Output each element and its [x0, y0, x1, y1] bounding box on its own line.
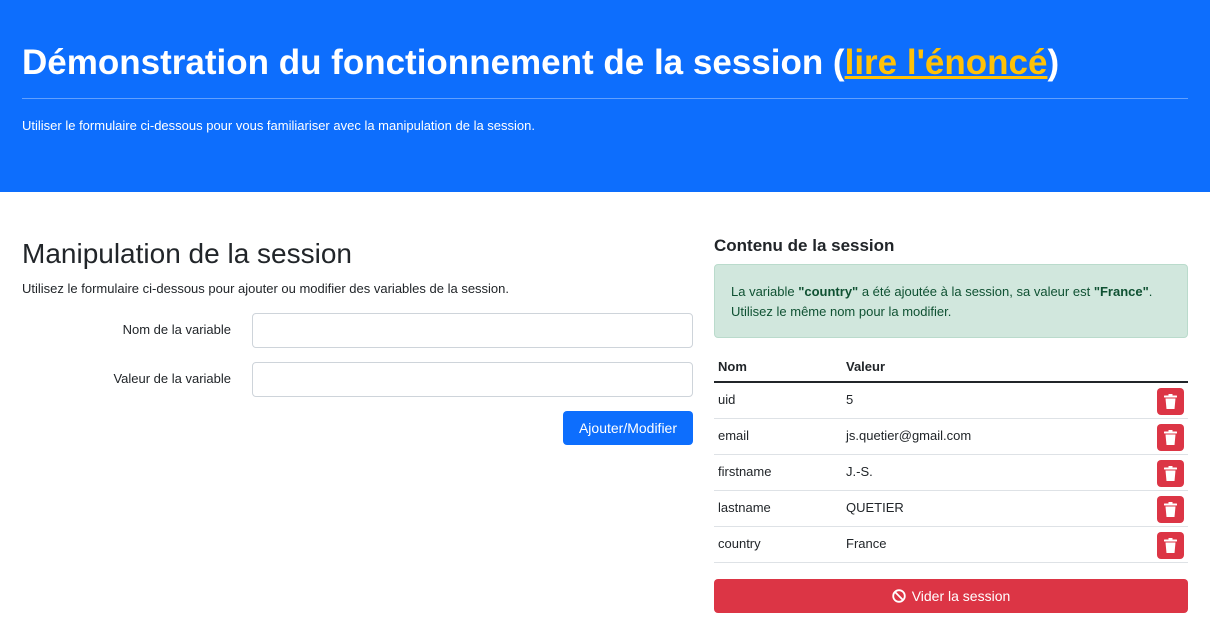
trash-icon — [1164, 538, 1177, 553]
alert-variable-name: "country" — [798, 284, 859, 299]
alert-text-part1: La variable — [731, 284, 799, 299]
table-row: lastname QUETIER — [714, 491, 1188, 527]
page-title-prefix: Démonstration du fonctionnement de la se… — [22, 43, 845, 82]
variable-value-input[interactable] — [252, 362, 693, 397]
row-variable-value: France — [846, 536, 887, 551]
table-row: email js.quetier@gmail.com — [714, 419, 1188, 455]
header-banner: Démonstration du fonctionnement de la se… — [0, 0, 1210, 192]
delete-variable-button[interactable] — [1157, 496, 1184, 523]
row-variable-value: 5 — [846, 392, 854, 407]
page-title: Démonstration du fonctionnement de la se… — [22, 40, 1059, 86]
session-content-title: Contenu de la session — [714, 236, 895, 255]
row-variable-value: J.-S. — [846, 464, 873, 479]
row-variable-value: QUETIER — [846, 500, 904, 515]
row-variable-name: country — [718, 536, 761, 551]
table-row: uid 5 — [714, 383, 1188, 419]
success-alert: La variable "country" a été ajoutée à la… — [714, 264, 1188, 338]
variable-name-label: Nom de la variable — [122, 322, 231, 337]
delete-variable-button[interactable] — [1157, 532, 1184, 559]
row-variable-value: js.quetier@gmail.com — [846, 428, 972, 443]
trash-icon — [1164, 394, 1177, 409]
ban-icon — [892, 589, 906, 603]
form-description: Utilisez le formulaire ci-dessous pour a… — [22, 281, 510, 296]
add-modify-button[interactable]: Ajouter/Modifier — [563, 411, 693, 445]
row-variable-name: firstname — [718, 464, 772, 479]
delete-variable-button[interactable] — [1157, 424, 1184, 451]
trash-icon — [1164, 502, 1177, 517]
session-table-header: Nom Valeur — [714, 355, 1188, 383]
variable-name-input[interactable] — [252, 313, 693, 348]
clear-session-label: Vider la session — [911, 588, 1011, 604]
column-header-name: Nom — [718, 359, 747, 374]
row-variable-name: uid — [718, 392, 736, 407]
form-title: Manipulation de la session — [22, 238, 352, 269]
variable-value-label: Valeur de la variable — [113, 371, 231, 386]
page-title-suffix: ) — [1047, 43, 1060, 82]
table-row: country France — [714, 527, 1188, 563]
column-header-value: Valeur — [846, 359, 886, 374]
header-description: Utiliser le formulaire ci-dessous pour v… — [22, 118, 535, 133]
read-statement-link[interactable]: lire l'énoncé — [845, 43, 1048, 82]
alert-variable-value: "France" — [1093, 284, 1149, 299]
row-variable-name: lastname — [718, 500, 771, 515]
table-row: firstname J.-S. — [714, 455, 1188, 491]
header-divider — [22, 98, 1188, 99]
delete-variable-button[interactable] — [1157, 460, 1184, 487]
trash-icon — [1164, 466, 1177, 481]
delete-variable-button[interactable] — [1157, 388, 1184, 415]
clear-session-button[interactable]: Vider la session — [714, 579, 1188, 613]
row-variable-name: email — [718, 428, 750, 443]
trash-icon — [1164, 430, 1177, 445]
alert-text-part2: a été ajoutée à la session, sa valeur es… — [858, 284, 1094, 299]
